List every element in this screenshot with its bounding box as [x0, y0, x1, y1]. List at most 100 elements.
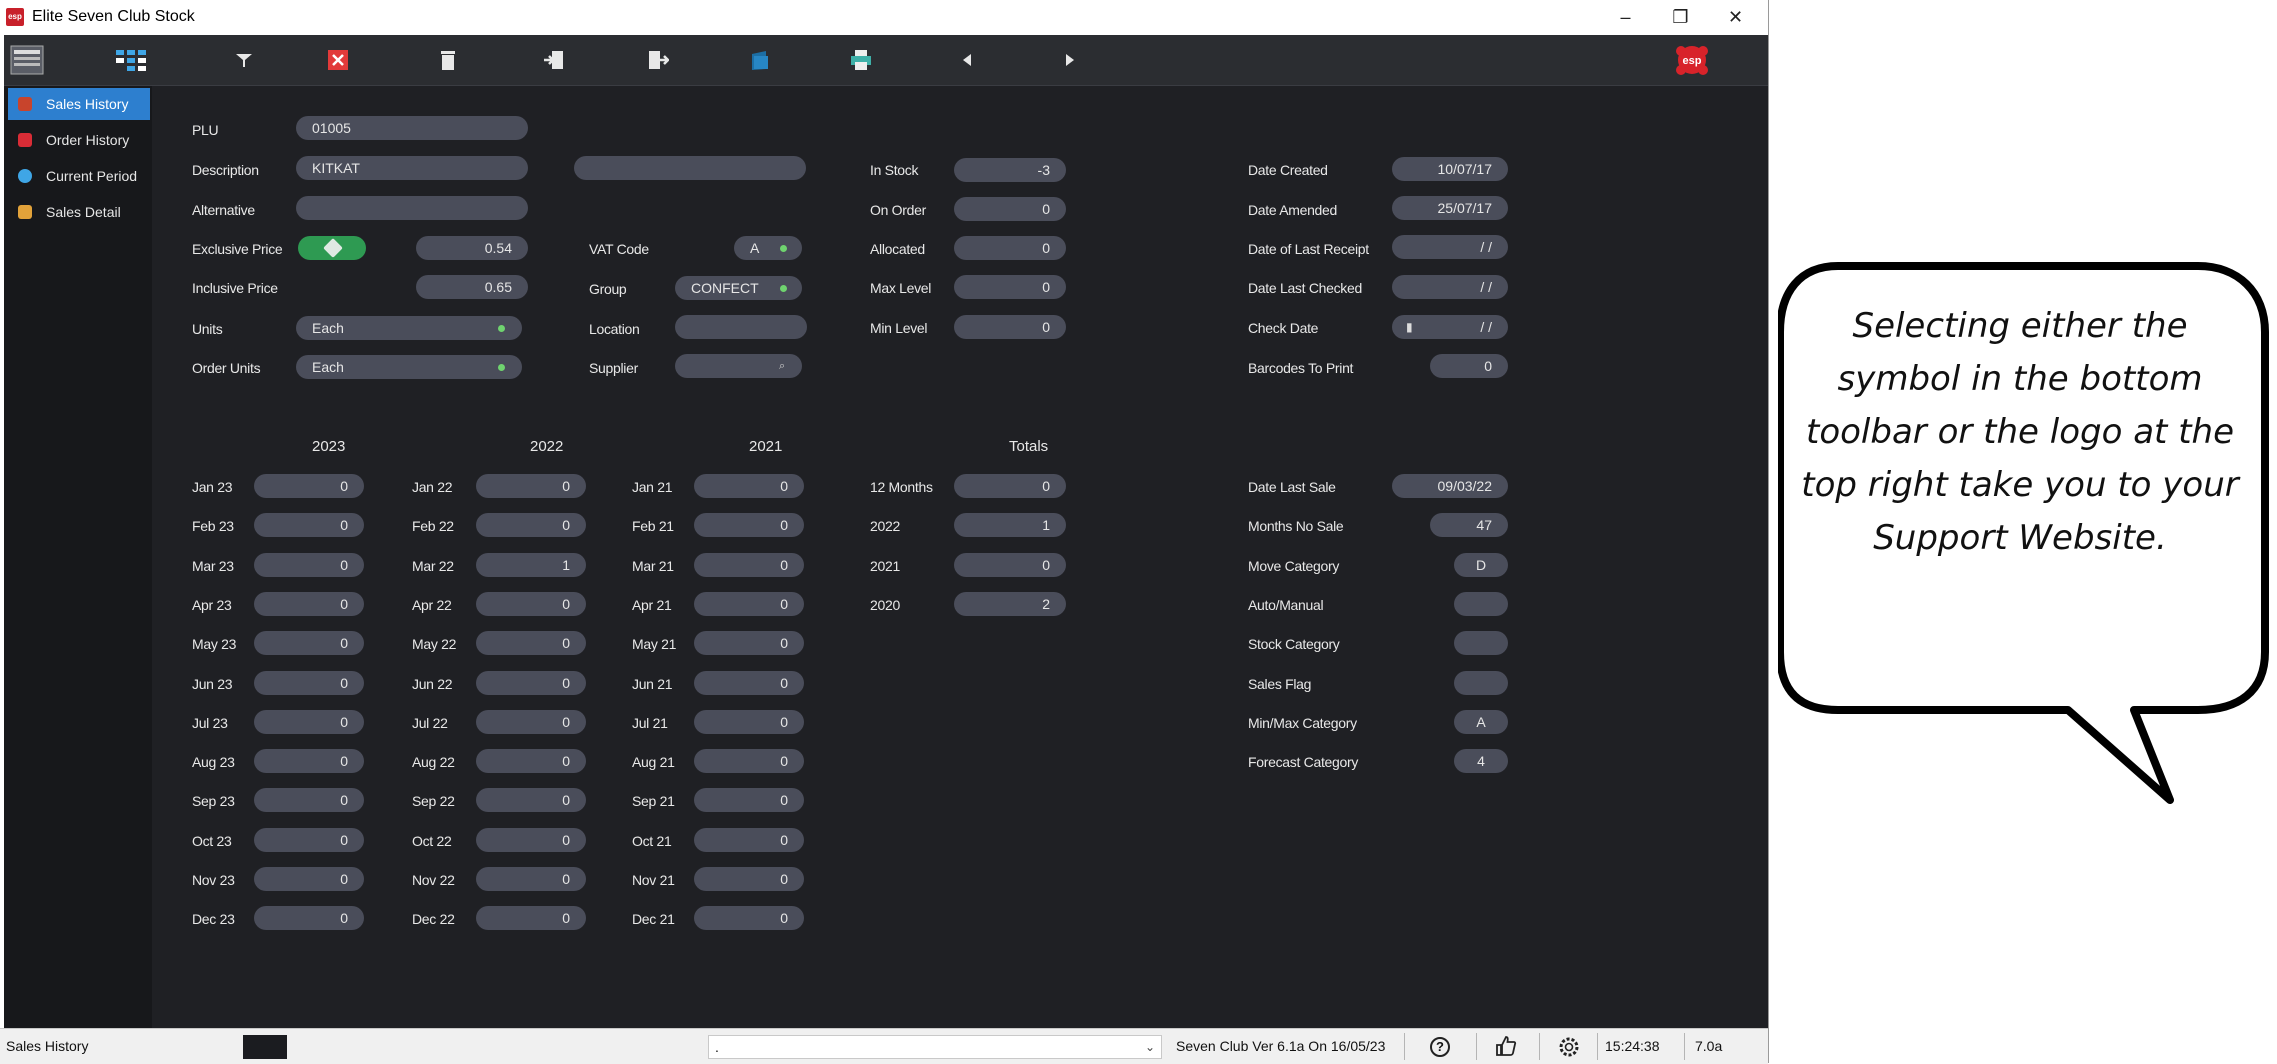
totals-field[interactable]: 0 — [954, 474, 1066, 498]
help-icon[interactable]: ? — [1430, 1037, 1450, 1057]
month-sales-field[interactable]: 0 — [694, 671, 804, 695]
check-date-field[interactable]: ▮ / / — [1392, 315, 1508, 339]
trash-icon[interactable] — [431, 43, 465, 77]
date-amended-field[interactable]: 25/07/17 — [1392, 196, 1508, 220]
exclusive-price-field[interactable]: 0.54 — [416, 236, 528, 260]
month-label: Oct 23 — [192, 833, 232, 849]
totals-field[interactable]: 2 — [954, 592, 1066, 616]
min-level-field[interactable]: 0 — [954, 315, 1066, 339]
category-field[interactable]: 4 — [1454, 749, 1508, 773]
month-sales-field[interactable]: 0 — [694, 474, 804, 498]
month-sales-field[interactable]: 0 — [254, 788, 364, 812]
month-sales-field[interactable]: 0 — [476, 631, 586, 655]
month-sales-field[interactable]: 0 — [254, 474, 364, 498]
settings-gear-icon[interactable] — [1557, 1035, 1581, 1059]
sidebar-item-current-period[interactable]: Current Period — [8, 160, 150, 192]
month-sales-field[interactable]: 0 — [254, 710, 364, 734]
month-sales-field[interactable]: 0 — [254, 592, 364, 616]
month-sales-field[interactable]: 0 — [476, 710, 586, 734]
month-sales-field[interactable]: 0 — [476, 671, 586, 695]
month-label: Aug 23 — [192, 754, 235, 770]
status-dropdown[interactable]: . ⌄ — [708, 1035, 1162, 1059]
vat-code-label: VAT Code — [589, 241, 649, 257]
thumbs-up-icon[interactable] — [1494, 1034, 1518, 1058]
last-receipt-field[interactable]: / / — [1392, 235, 1508, 259]
month-sales-field[interactable]: 0 — [476, 749, 586, 773]
units-select[interactable]: Each — [296, 316, 522, 340]
month-sales-field[interactable]: 0 — [694, 631, 804, 655]
month-sales-field[interactable]: 0 — [694, 513, 804, 537]
month-sales-field[interactable]: 0 — [694, 867, 804, 891]
month-sales-field[interactable]: 0 — [254, 631, 364, 655]
vat-code-select[interactable]: A — [734, 236, 802, 260]
delete-red-icon[interactable] — [321, 43, 355, 77]
esp-logo-icon[interactable]: esp — [1672, 43, 1712, 77]
category-field[interactable] — [1454, 671, 1508, 695]
month-sales-field[interactable]: 0 — [254, 513, 364, 537]
month-sales-field[interactable]: 0 — [476, 867, 586, 891]
month-sales-field[interactable]: 0 — [476, 906, 586, 930]
month-sales-field[interactable]: 0 — [254, 671, 364, 695]
max-level-field[interactable]: 0 — [954, 275, 1066, 299]
category-field[interactable]: 47 — [1430, 513, 1508, 537]
category-field[interactable] — [1454, 631, 1508, 655]
stock-list-icon[interactable] — [10, 43, 44, 77]
month-sales-field[interactable]: 0 — [694, 710, 804, 734]
supplier-select[interactable]: ⌕ — [675, 354, 802, 378]
month-sales-field[interactable]: 0 — [254, 749, 364, 773]
group-select[interactable]: CONFECT — [675, 276, 802, 300]
month-sales-field[interactable]: 0 — [476, 592, 586, 616]
book-icon[interactable] — [743, 43, 777, 77]
alternative-field[interactable] — [296, 196, 528, 220]
month-sales-field[interactable]: 0 — [254, 553, 364, 577]
month-sales-field[interactable]: 1 — [476, 553, 586, 577]
restore-button[interactable]: ❐ — [1653, 0, 1708, 34]
totals-field[interactable]: 0 — [954, 553, 1066, 577]
minimize-button[interactable]: – — [1598, 0, 1653, 34]
sidebar-item-sales-detail[interactable]: Sales Detail — [8, 196, 150, 228]
month-sales-field[interactable]: 0 — [254, 867, 364, 891]
month-sales-field[interactable]: 0 — [694, 828, 804, 852]
date-created-field[interactable]: 10/07/17 — [1392, 157, 1508, 181]
description-field[interactable]: KITKAT — [296, 156, 528, 180]
sidebar-item-order-history[interactable]: Order History — [8, 124, 150, 156]
export-icon[interactable] — [641, 43, 675, 77]
plu-field[interactable]: 01005 — [296, 116, 528, 140]
filter-icon[interactable] — [227, 43, 261, 77]
totals-field[interactable]: 1 — [954, 513, 1066, 537]
location-field[interactable] — [675, 315, 807, 339]
category-field[interactable]: A — [1454, 710, 1508, 734]
description-extra-field[interactable] — [574, 156, 806, 180]
month-sales-field[interactable]: 0 — [694, 553, 804, 577]
month-sales-field[interactable]: 0 — [254, 828, 364, 852]
month-sales-field[interactable]: 0 — [476, 513, 586, 537]
month-sales-field[interactable]: 0 — [694, 906, 804, 930]
in-stock-field[interactable]: -3 — [954, 158, 1066, 182]
previous-arrow-icon[interactable] — [950, 43, 984, 77]
price-toggle[interactable] — [298, 236, 366, 260]
month-sales-field[interactable]: 0 — [694, 788, 804, 812]
import-icon[interactable] — [537, 43, 571, 77]
month-sales-field[interactable]: 0 — [476, 474, 586, 498]
grid-icon[interactable] — [115, 43, 149, 77]
category-field[interactable] — [1454, 592, 1508, 616]
on-order-label: On Order — [870, 202, 926, 218]
category-field[interactable]: 09/03/22 — [1392, 474, 1508, 498]
next-arrow-icon[interactable] — [1053, 43, 1087, 77]
month-sales-field[interactable]: 0 — [476, 828, 586, 852]
sidebar-item-sales-history[interactable]: Sales History — [8, 88, 150, 120]
on-order-field[interactable]: 0 — [954, 197, 1066, 221]
last-checked-field[interactable]: / / — [1392, 275, 1508, 299]
barcodes-field[interactable]: 0 — [1430, 354, 1508, 378]
inclusive-price-field[interactable]: 0.65 — [416, 275, 528, 299]
category-field[interactable]: D — [1454, 553, 1508, 577]
order-units-select[interactable]: Each — [296, 355, 522, 379]
totals-label: 2020 — [870, 597, 900, 613]
close-button[interactable]: ✕ — [1708, 0, 1763, 34]
allocated-field[interactable]: 0 — [954, 236, 1066, 260]
month-sales-field[interactable]: 0 — [476, 788, 586, 812]
month-sales-field[interactable]: 0 — [694, 592, 804, 616]
print-icon[interactable] — [844, 43, 878, 77]
month-sales-field[interactable]: 0 — [254, 906, 364, 930]
month-sales-field[interactable]: 0 — [694, 749, 804, 773]
